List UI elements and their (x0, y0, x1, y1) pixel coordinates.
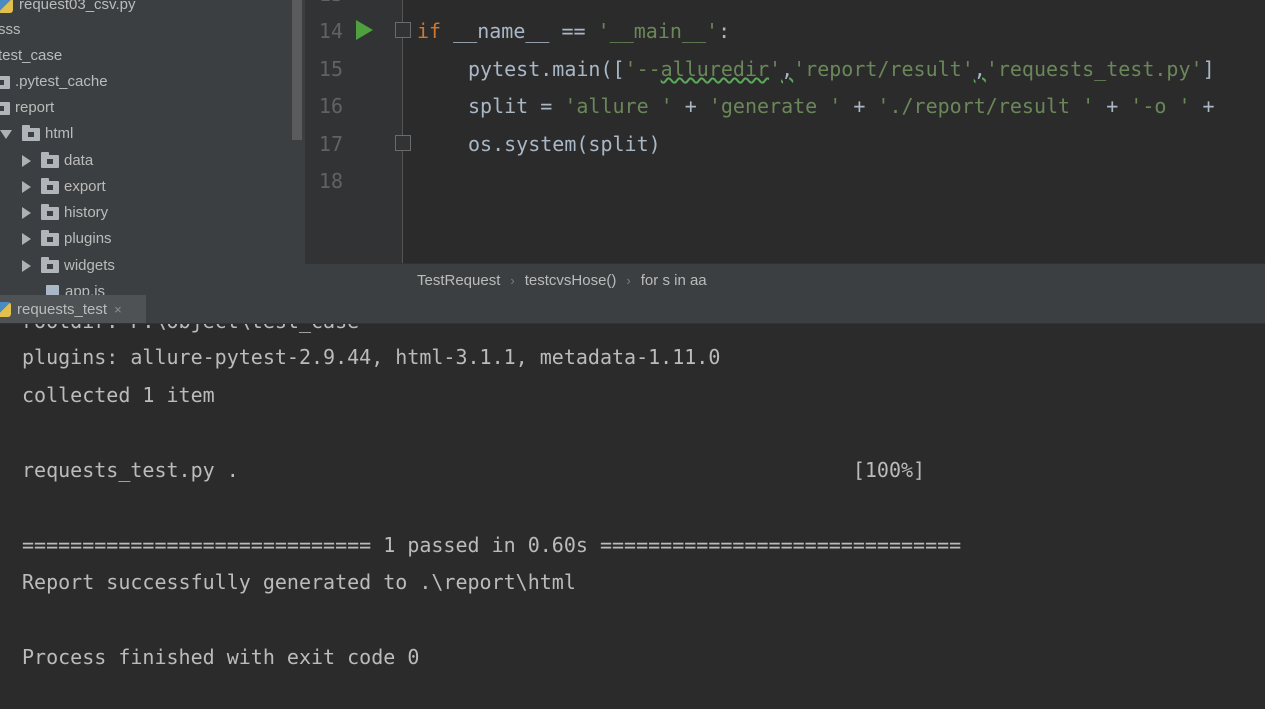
tree-item-label: html (45, 125, 74, 142)
file-icon (46, 284, 59, 295)
folder-icon (22, 124, 40, 141)
tree-item-widgets[interactable]: widgets (22, 253, 115, 279)
code-string: '-o ' (1130, 94, 1191, 118)
breadcrumb-item[interactable]: testcvsHose() (525, 272, 617, 289)
breadcrumb: TestRequest › testcvsHose() › for s in a… (305, 263, 1265, 296)
run-tab-requests-test[interactable]: requests_test × (0, 295, 146, 323)
tree-item-report[interactable]: report (0, 95, 54, 121)
breadcrumb-separator: › (626, 272, 631, 288)
code-text: + (841, 94, 878, 118)
code-text: , (781, 57, 794, 81)
tree-item-label: request03_csv.py (19, 0, 136, 13)
tree-item-label: report (15, 99, 55, 116)
tree-item-label: history (64, 204, 109, 221)
console-line: plugins: allure-pytest-2.9.44, html-3.1.… (22, 345, 721, 369)
tree-item-html[interactable]: html (0, 121, 73, 147)
tree-item-label: data (64, 152, 94, 169)
tree-item-label: export (64, 178, 106, 195)
line-number: 17 (318, 132, 343, 156)
breadcrumb-separator: › (510, 272, 515, 288)
code-line-15: pytest.main(['--alluredir','report/resul… (468, 57, 1215, 81)
folder-icon (0, 101, 10, 115)
line-number: 14 (318, 19, 343, 43)
close-icon[interactable]: × (114, 302, 122, 317)
code-text: split = (468, 94, 565, 118)
code-text: pytest.main([ (468, 57, 625, 81)
run-console[interactable]: rootdir: F:\object\test_case plugins: al… (0, 324, 1265, 709)
code-string: './report/result ' (877, 94, 1095, 118)
console-line: rootdir: F:\object\test_case (22, 324, 359, 333)
code-string: '__main__' (597, 19, 719, 43)
folder-icon (41, 177, 59, 194)
tree-item-test-case[interactable]: test_case (0, 43, 62, 69)
project-tree: request03_csv.py sss test_case .pytest_c… (0, 0, 305, 295)
tree-item-label: .pytest_cache (15, 73, 108, 90)
console-line: Process finished with exit code 0 (22, 645, 420, 669)
code-text: + (672, 94, 709, 118)
line-number: 16 (318, 94, 343, 118)
console-line: requests_test.py . [100%] (22, 458, 926, 482)
code-string-typo: alluredir (660, 57, 770, 81)
console-line: collected 1 item (22, 383, 215, 407)
line-number: 18 (318, 169, 343, 193)
tab-label: requests_test (17, 300, 108, 318)
code-text: + (1190, 94, 1215, 118)
folder-icon (41, 151, 59, 168)
code-line-16: split = 'allure ' + 'generate ' + './rep… (468, 94, 1215, 118)
tree-item-history[interactable]: history (22, 200, 108, 226)
code-text: + (1094, 94, 1131, 118)
code-string: ' (769, 57, 782, 81)
python-file-icon (0, 0, 13, 13)
code-text: __name__ == (441, 19, 598, 43)
console-line: ============================= 1 passed i… (22, 533, 962, 557)
chevron-right-icon[interactable] (22, 181, 31, 193)
line-number: 15 (318, 57, 343, 81)
chevron-right-icon[interactable] (22, 207, 31, 219)
tree-item-label: app.js (65, 283, 106, 295)
code-keyword: if (417, 19, 442, 43)
line-number: 13 (313, 0, 343, 6)
tree-item-label: plugins (64, 230, 112, 247)
chevron-right-icon[interactable] (22, 260, 31, 272)
folder-icon (41, 229, 59, 246)
tree-item-label: widgets (64, 257, 115, 274)
python-file-icon (0, 301, 11, 317)
chevron-right-icon[interactable] (22, 233, 31, 245)
code-string: 'allure ' (564, 94, 673, 118)
code-line-14: if __name__ == '__main__': (417, 19, 730, 43)
code-text: , (973, 57, 986, 81)
run-tab-bar: requests_test × (0, 295, 1265, 324)
breadcrumb-item[interactable]: TestRequest (417, 272, 500, 289)
code-text: : (718, 19, 731, 43)
tree-item-sss[interactable]: sss (0, 17, 21, 43)
tree-item-pytest-cache[interactable]: .pytest_cache (0, 69, 108, 95)
fold-marker-icon[interactable] (395, 22, 411, 38)
code-editor[interactable]: 13 14 15 16 17 18 if __name__ == '__main… (305, 0, 1265, 263)
tree-item-app-js[interactable]: app.js (46, 279, 105, 295)
tree-item-label: sss (0, 21, 21, 38)
breadcrumb-item[interactable]: for s in aa (641, 272, 707, 289)
chevron-right-icon[interactable] (22, 155, 31, 167)
tree-item-label: test_case (0, 47, 63, 64)
fold-marker-icon[interactable] (395, 135, 411, 151)
code-string: '-- (624, 57, 661, 81)
tree-item-data[interactable]: data (22, 148, 93, 174)
chevron-down-icon[interactable] (0, 129, 12, 139)
code-string: 'generate ' (708, 94, 842, 118)
folder-icon (0, 75, 10, 89)
run-triangle-icon[interactable] (356, 20, 373, 40)
folder-icon (41, 203, 59, 220)
code-text: ] (1202, 57, 1215, 81)
gutter-divider (402, 0, 403, 263)
code-text: os.system(split) (468, 132, 661, 156)
folder-icon (41, 256, 59, 273)
tree-item-request03-csv[interactable]: request03_csv.py (0, 0, 135, 18)
tree-scrollbar[interactable] (292, 0, 302, 140)
tree-item-export[interactable]: export (22, 174, 106, 200)
console-line: Report successfully generated to .\repor… (22, 570, 576, 594)
code-string: 'requests_test.py' (985, 57, 1203, 81)
code-line-17: os.system(split) (468, 132, 661, 156)
code-string: 'report/result' (793, 57, 974, 81)
tree-item-plugins[interactable]: plugins (22, 226, 112, 252)
